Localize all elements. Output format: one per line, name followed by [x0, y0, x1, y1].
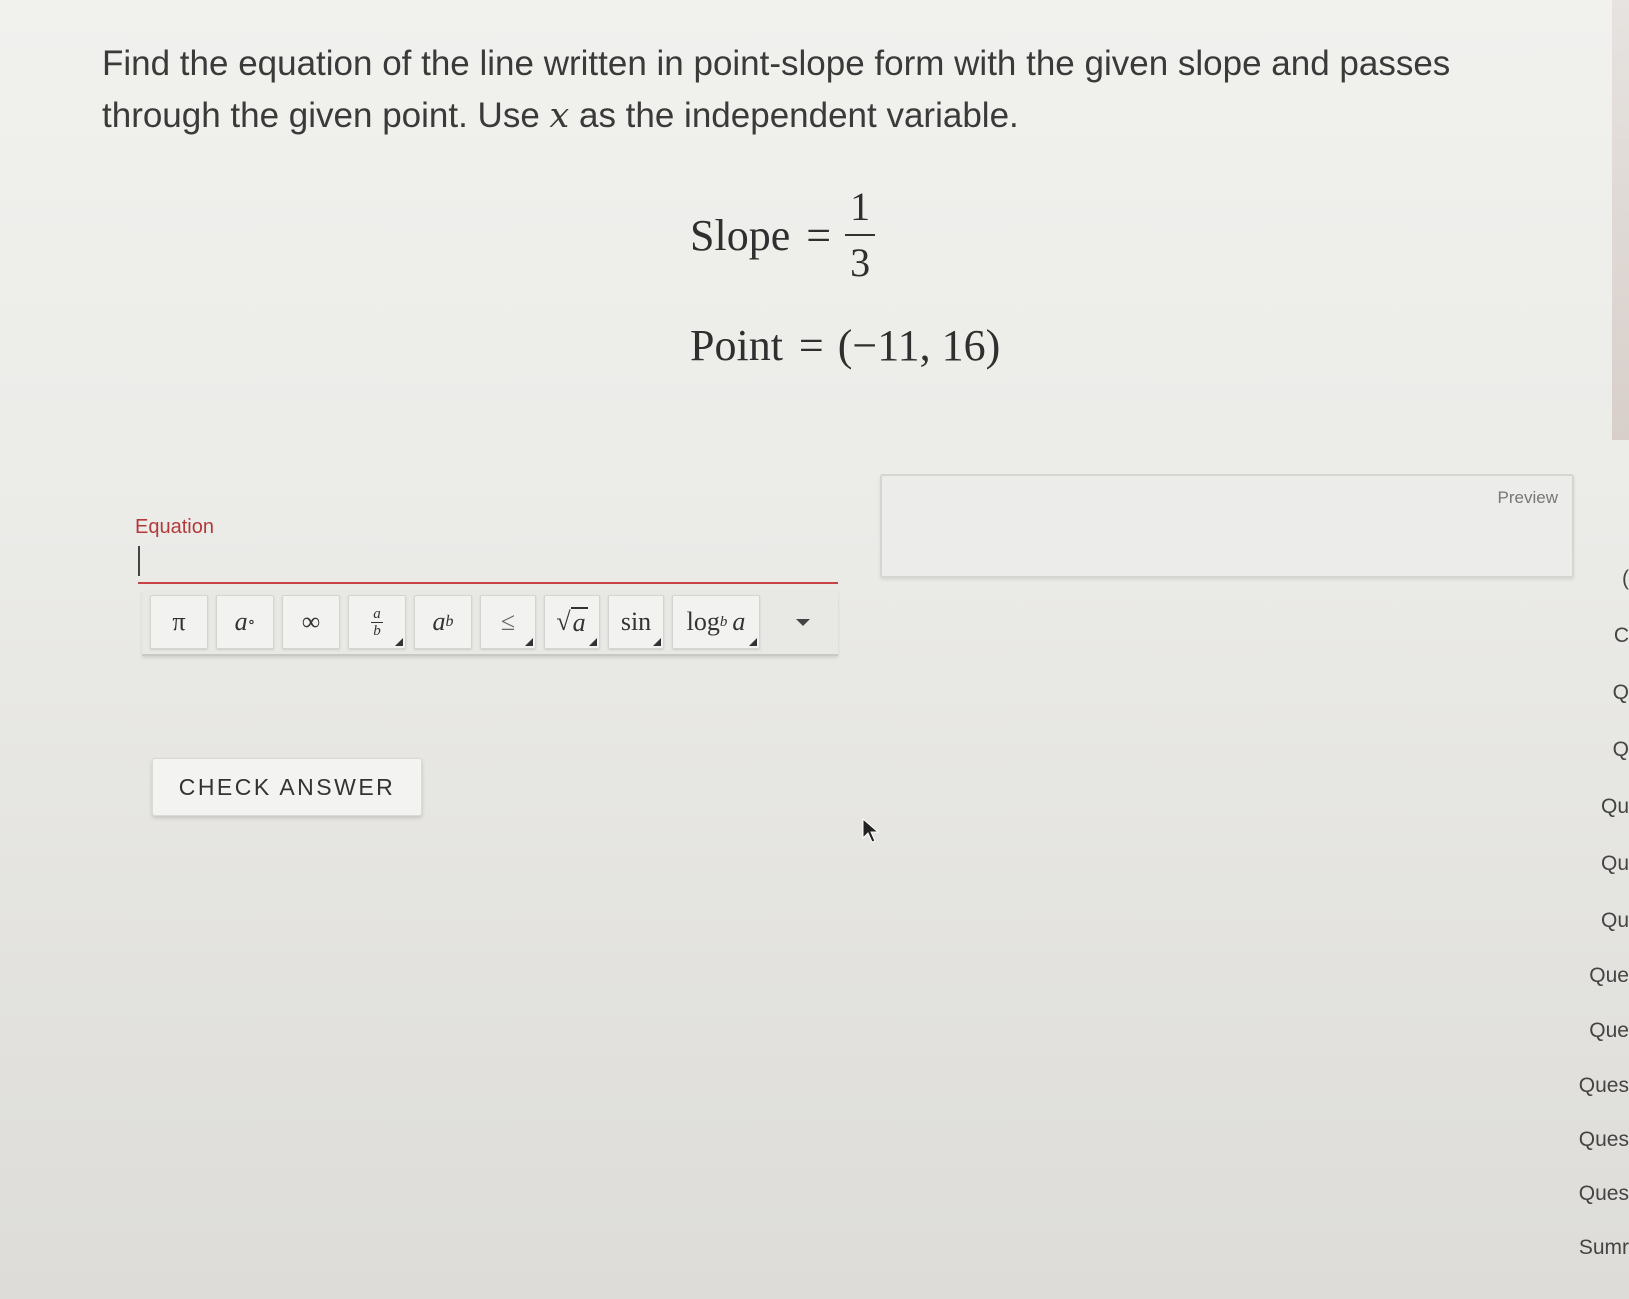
point-label: Point	[690, 321, 783, 370]
sidebar-item[interactable]: Q	[1613, 681, 1629, 705]
question-text-part2: as the independent variable.	[569, 96, 1019, 135]
math-toolbar: π a ∘ ∞ a b ab ≤ √ a sin log b a	[142, 590, 838, 656]
degree-base: a	[234, 607, 248, 636]
inequality-button[interactable]: ≤	[480, 595, 536, 649]
slope-numerator: 1	[850, 184, 871, 229]
sidebar-item[interactable]: C	[1614, 624, 1629, 648]
slope-fraction: 1 3	[845, 184, 876, 286]
sin-label: sin	[620, 607, 652, 636]
question-sidebar: ( C Q Q Qu Qu Qu Que Que Ques Ques Ques …	[1572, 565, 1629, 1299]
exponent-button[interactable]: ab	[414, 595, 472, 649]
degree-symbol: ∘	[247, 614, 256, 631]
point-equation: Point = (−11, 16)	[690, 320, 1000, 371]
slope-equals-sign: =	[806, 210, 832, 260]
point-value: (−11, 16)	[837, 321, 1001, 370]
more-tools-chevron-down-icon[interactable]	[796, 618, 810, 626]
fraction-icon-denominator: b	[373, 622, 381, 639]
sidebar-item[interactable]: Q	[1613, 738, 1629, 762]
log-argument: a	[732, 607, 746, 636]
log-base: b	[719, 613, 728, 630]
sidebar-item-summary[interactable]: Sumr	[1579, 1236, 1629, 1260]
sidebar-item[interactable]: Que	[1589, 964, 1629, 988]
sidebar-item[interactable]: Qu	[1601, 852, 1629, 876]
sqrt-button[interactable]: √ a	[544, 595, 600, 649]
leq-symbol: ≤	[500, 607, 516, 636]
preview-panel: Preview	[880, 474, 1574, 578]
slope-denominator: 3	[850, 240, 871, 285]
sidebar-item[interactable]: (	[1622, 567, 1629, 591]
degree-button[interactable]: a ∘	[216, 595, 274, 649]
equation-field-label: Equation	[135, 516, 214, 538]
infinity-button[interactable]: ∞	[282, 595, 340, 649]
check-answer-button[interactable]: CHECK ANSWER	[152, 758, 422, 816]
log-label: log	[686, 607, 720, 636]
log-button[interactable]: log b a	[672, 595, 760, 649]
slope-label: Slope	[690, 210, 791, 260]
fraction-button[interactable]: a b	[348, 595, 406, 649]
sidebar-item[interactable]: Ques	[1579, 1182, 1629, 1206]
fraction-bar	[845, 234, 876, 236]
exponent-base: a	[432, 607, 446, 636]
mouse-pointer-icon	[862, 818, 880, 843]
sidebar-item[interactable]: Ques	[1579, 1074, 1629, 1098]
infinity-symbol: ∞	[301, 607, 321, 636]
fraction-icon: a b	[371, 605, 383, 639]
sidebar-item[interactable]: Qu	[1601, 795, 1629, 819]
question-text: Find the equation of the line written in…	[102, 38, 1562, 142]
equation-input[interactable]	[138, 540, 838, 584]
text-caret	[138, 546, 140, 576]
sidebar-item[interactable]: Ques	[1579, 1128, 1629, 1152]
pi-button[interactable]: π	[150, 595, 208, 649]
fraction-icon-numerator: a	[373, 605, 381, 622]
slope-equation: Slope = 1 3	[690, 180, 876, 290]
preview-label: Preview	[1497, 488, 1558, 507]
point-equals-sign: =	[798, 321, 824, 370]
sidebar-item[interactable]: Que	[1589, 1019, 1629, 1043]
pi-symbol: π	[172, 607, 186, 636]
radicand: a	[570, 607, 588, 637]
sidebar-item[interactable]: Qu	[1601, 909, 1629, 933]
question-variable: x	[549, 96, 570, 136]
window-edge	[1612, 0, 1629, 440]
exponent-power: b	[445, 613, 454, 630]
trig-button[interactable]: sin	[608, 595, 664, 649]
radical-sign: √	[556, 607, 571, 636]
sqrt-icon: √ a	[556, 607, 588, 637]
